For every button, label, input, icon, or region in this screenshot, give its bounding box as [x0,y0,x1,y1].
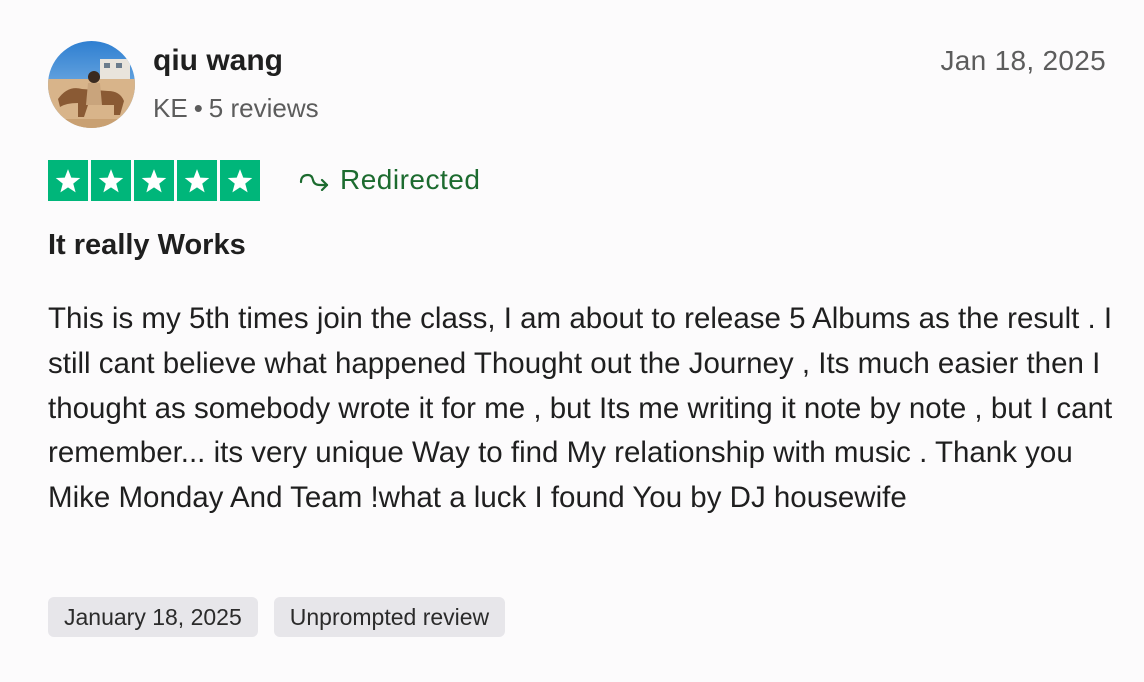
review-type-tag[interactable]: Unprompted review [273,597,506,637]
meta-separator: • [193,93,203,123]
redirected-text: Redirected [340,164,481,195]
reviewer-meta: KE • 5 reviews [153,92,319,124]
star-1 [48,160,88,201]
review-body: This is my 5th times join the class, I a… [48,302,1113,515]
reviewer-avatar[interactable] [48,41,135,128]
star-icon [141,168,167,192]
star-icon [227,168,253,192]
redirect-arrow-icon [299,173,329,191]
review-card: qiu wang KE • 5 reviews Jan 18, 2025 Redir… [0,0,1144,682]
star-icon [55,168,81,192]
star-2 [91,160,131,201]
star-icon [184,168,210,192]
redirected-label[interactable]: Redirected [298,162,480,198]
star-3 [134,160,174,201]
reviewer-country: KE [153,93,188,123]
review-date: Jan 18, 2025 [940,45,1106,76]
star-4 [177,160,217,201]
reviewer-name[interactable]: qiu wang [153,43,283,79]
review-title: It really Works [48,229,246,261]
star-rating [48,160,260,201]
star-icon [98,168,124,192]
avatar-photo [48,41,135,128]
experience-date-tag: January 18, 2025 [48,597,258,637]
review-tags: January 18, 2025 Unprompted review [48,597,506,637]
reviewer-review-count[interactable]: 5 reviews [209,93,319,123]
star-5 [220,160,260,201]
